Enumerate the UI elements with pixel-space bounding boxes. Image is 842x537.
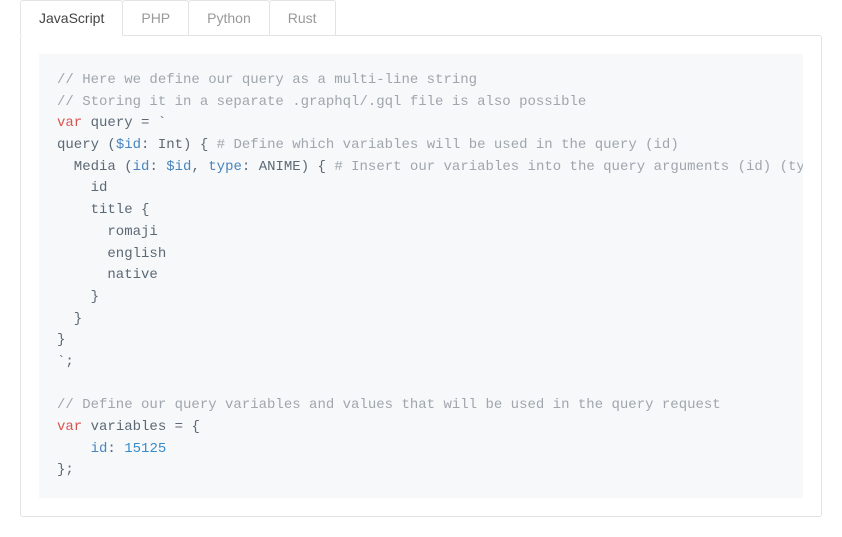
code-comment: // Storing it in a separate .graphql/.gq… bbox=[57, 94, 586, 110]
code-number: 15125 bbox=[124, 441, 166, 457]
code-text: english bbox=[57, 246, 166, 262]
code-block: // Here we define our query as a multi-l… bbox=[39, 54, 803, 498]
code-text: title { bbox=[57, 202, 149, 218]
code-text: : bbox=[107, 441, 124, 457]
code-text: = { bbox=[166, 419, 200, 435]
code-text: : ANIME) { bbox=[242, 159, 334, 175]
tabs-bar: JavaScript PHP Python Rust bbox=[0, 0, 842, 36]
code-text: } bbox=[57, 289, 99, 305]
code-ident: query bbox=[91, 115, 133, 131]
code-text: id bbox=[57, 180, 107, 196]
code-var: $id bbox=[166, 159, 191, 175]
code-text: romaji bbox=[57, 224, 158, 240]
code-text: , bbox=[191, 159, 208, 175]
code-text: }; bbox=[57, 462, 74, 478]
code-panel: // Here we define our query as a multi-l… bbox=[20, 35, 822, 517]
code-op: = ` bbox=[133, 115, 167, 131]
code-comment: // Here we define our query as a multi-l… bbox=[57, 72, 477, 88]
code-text: } bbox=[57, 332, 65, 348]
tab-rust[interactable]: Rust bbox=[269, 0, 336, 36]
code-comment: # Define which variables will be used in… bbox=[217, 137, 679, 153]
code-text: } bbox=[57, 311, 82, 327]
code-text: native bbox=[57, 267, 158, 283]
code-text: : bbox=[149, 159, 166, 175]
tab-python[interactable]: Python bbox=[188, 0, 270, 36]
code-attr: id bbox=[91, 441, 108, 457]
code-keyword: var bbox=[57, 115, 82, 131]
code-text: query ( bbox=[57, 137, 116, 153]
code-text: `; bbox=[57, 354, 74, 370]
tab-php[interactable]: PHP bbox=[122, 0, 189, 36]
code-comment: # Insert our variables into the query ar… bbox=[334, 159, 803, 175]
code-ident: variables bbox=[91, 419, 167, 435]
code-var: $id bbox=[116, 137, 141, 153]
code-text: Media ( bbox=[57, 159, 133, 175]
code-attr: id bbox=[133, 159, 150, 175]
code-text: : Int) { bbox=[141, 137, 217, 153]
code-keyword: var bbox=[57, 419, 82, 435]
tab-javascript[interactable]: JavaScript bbox=[20, 0, 123, 36]
code-attr: type bbox=[208, 159, 242, 175]
code-comment: // Define our query variables and values… bbox=[57, 397, 721, 413]
